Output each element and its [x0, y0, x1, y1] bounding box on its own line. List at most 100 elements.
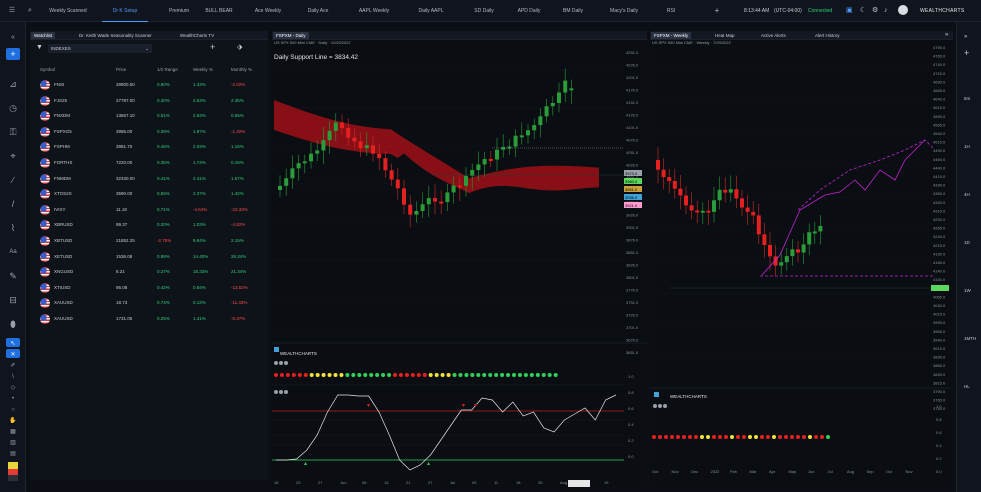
collapse-right-icon[interactable]: »: [942, 32, 951, 39]
timeframe-hl[interactable]: HL: [964, 384, 970, 389]
watchlist-row[interactable]: FNXDM 13657.10 0.51% 2.53% 0.55%: [30, 108, 268, 123]
add-icon[interactable]: +: [964, 48, 969, 58]
lock-icon[interactable]: ▤: [6, 448, 20, 460]
tab-alert-history[interactable]: Alert History: [812, 32, 843, 39]
watchlist-row[interactable]: FJS25 27787.00 0.30% 2.53% 2.35%: [30, 93, 268, 108]
bell-icon[interactable]: ♪: [884, 6, 888, 16]
chart-type-icon[interactable]: ⊿: [6, 78, 20, 90]
indicator-setting-icon[interactable]: [274, 361, 278, 365]
measure-icon[interactable]: ⊟: [6, 294, 20, 306]
cell-price: 3981.70: [116, 144, 133, 150]
tab-seasonality-scanner[interactable]: Dr. Keith Wade Seasonality Scanner: [76, 32, 155, 39]
timeframe-1w[interactable]: 1W: [964, 288, 971, 293]
watchlist-row[interactable]: IVIXY 11.18 0.71% -4.64% -23.33%: [30, 202, 268, 217]
col-monthly[interactable]: Monthly %: [231, 62, 252, 77]
trend-line-icon[interactable]: ∕: [6, 174, 20, 186]
tab-daily-ace[interactable]: Daily Ace: [294, 6, 342, 16]
watchlist-row[interactable]: XAUUSD 1731.05 0.25% 1.41% -0.37%: [30, 311, 268, 326]
cell-r: 0.90%: [157, 82, 170, 87]
chart2-svg[interactable]: 4790.0 4765.0 4740.0 4715.0 4690.0 4665.0 4640…: [650, 40, 953, 488]
tab-weekly-scanned[interactable]: Weekly Scanned: [40, 6, 96, 16]
cursor-icon[interactable]: ⌖: [6, 150, 20, 162]
indicator-setting-icon[interactable]: [284, 361, 288, 365]
watchlist-row[interactable]: XTOS2S 3590.00 0.56% 2.37% 1.42%: [30, 186, 268, 201]
tab-aapl-weekly[interactable]: AAPL Weekly: [348, 6, 400, 16]
tab-ace-weekly[interactable]: Ace Weekly: [246, 6, 290, 16]
col-range[interactable]: 1/2 Range: [157, 62, 178, 77]
settings-icon[interactable]: ⬗: [237, 43, 242, 51]
tab-watchlist[interactable]: Watchlist: [31, 32, 56, 39]
tab-daily-aapl[interactable]: Daily AAPL: [404, 6, 458, 16]
chart1-svg[interactable]: 4251.0 4226.0 4201.0 4176.0 4151.0 4126.0 4101…: [272, 40, 647, 488]
watchlist-row[interactable]: FNSI 28900.50 0.90% 1.33% -2.02%: [30, 77, 268, 92]
color-swatch-yellow[interactable]: [8, 462, 18, 469]
indicator-setting-icon[interactable]: [653, 404, 657, 408]
marker-icon[interactable]: ⬮: [6, 318, 20, 330]
gear-icon[interactable]: ⚙: [872, 6, 878, 16]
indicator-setting-icon[interactable]: [279, 390, 283, 394]
eraser-icon[interactable]: ✕: [6, 349, 20, 358]
fib-icon[interactable]: ⌇: [6, 222, 20, 234]
watchlist-row[interactable]: FSPHM 3981.70 0.46% 2.03% 1.15%: [30, 139, 268, 154]
text-icon[interactable]: Aa: [6, 246, 20, 258]
chart2-pane[interactable]: US SPX 500 Mini CME · Weekly · 7/29/2022…: [650, 40, 953, 488]
watchlist-row[interactable]: FORTHS 7220.00 0.35% 1.74% 0.16%: [30, 155, 268, 170]
timeframe-4h[interactable]: 4H: [964, 192, 970, 197]
crosshair-icon[interactable]: +: [6, 48, 20, 60]
watchlist-row[interactable]: FNMDM 32330.00 0.41% 2.41% 1.57%: [30, 171, 268, 186]
watchlist-row[interactable]: XTIUSD 95.08 0.42% 0.84% -13.52%: [30, 280, 268, 295]
select-icon[interactable]: ↖: [6, 338, 20, 347]
tab-active-alerts[interactable]: Active Alerts: [758, 32, 789, 39]
watchlist-row[interactable]: XBRUSD 99.37 0.20% 1.03% -4.82%: [30, 217, 268, 232]
signal-dot: [664, 435, 668, 439]
tab-bull-bear[interactable]: BULL BEAR: [198, 6, 240, 16]
tab-dr-k-setup[interactable]: Dr K Setup: [102, 6, 148, 22]
col-weekly[interactable]: Weekly %: [193, 62, 213, 77]
watchlist-row[interactable]: XBTUSD 21852.25 -2.75% 9.84% 2.15%: [30, 233, 268, 248]
tab-heat-map[interactable]: Heat Map: [712, 32, 738, 39]
indicator-setting-icon[interactable]: [663, 404, 667, 408]
watchlist-row[interactable]: XETUSD 1536.08 0.98% 14.40% 26.34%: [30, 249, 268, 264]
watchlist-row[interactable]: FSPXG5 3985.00 0.39% 1.87% -1.32%: [30, 124, 268, 139]
indicator-setting-icon[interactable]: [658, 404, 662, 408]
watchlist-row[interactable]: XAUUSD 18.73 0.74% 0.12% -11.43%: [30, 295, 268, 310]
timeframe-5m[interactable]: 5m: [964, 96, 970, 101]
col-price[interactable]: Price: [116, 62, 126, 77]
tab-bm-daily[interactable]: BM Daily: [553, 6, 593, 16]
tab-chart1[interactable]: FSPXM - Daily: [273, 32, 309, 39]
avatar[interactable]: [898, 5, 908, 15]
timeframe-1mth[interactable]: 1MTH: [964, 336, 976, 341]
watchlist-row[interactable]: XNGUSD 8.21 0.27% 15.33% 21.34%: [30, 264, 268, 279]
signal-dot: [541, 373, 546, 377]
tab-rsi[interactable]: RSI: [654, 6, 688, 16]
moon-icon[interactable]: ☾: [860, 6, 866, 16]
tab-macy-s-daily[interactable]: Macy's Daily: [597, 6, 651, 16]
menu-icon[interactable]: ☰: [6, 6, 18, 16]
indicator-setting-icon[interactable]: [274, 390, 278, 394]
indicator-setting-icon[interactable]: [284, 390, 288, 394]
timeframe-1d[interactable]: 1D: [964, 240, 970, 245]
tab-wealthcharts-tv[interactable]: WealthCharts TV: [177, 32, 217, 39]
indicator-icon[interactable]: ⚿: [6, 126, 20, 138]
pencil-icon[interactable]: ✎: [6, 270, 20, 282]
watchlist-select[interactable]: INDEXES ⌄: [48, 44, 152, 53]
clock-icon[interactable]: ◷: [6, 102, 20, 114]
cell-price: 27787.00: [116, 97, 135, 103]
tab-chart2-weekly[interactable]: FSPXM - Weekly: [651, 32, 692, 39]
search-icon[interactable]: ⌕: [24, 6, 36, 16]
save-icon[interactable]: ▣: [846, 6, 853, 16]
ray-icon[interactable]: /: [6, 198, 20, 210]
color-swatch-black[interactable]: [8, 475, 18, 481]
tab-premium[interactable]: Premium: [160, 6, 198, 16]
tab-sd-daily[interactable]: SD Daily: [464, 6, 504, 16]
collapse-icon[interactable]: »: [964, 34, 967, 40]
add-symbol-icon[interactable]: +: [210, 42, 215, 52]
add-tab-icon[interactable]: +: [712, 6, 722, 16]
collapse-icon[interactable]: «: [6, 32, 20, 44]
chart1-pane[interactable]: US SPX 500 Mini CME · Daily · 11/03/2022…: [272, 40, 647, 488]
timeframe-1h[interactable]: 1H: [964, 144, 970, 149]
tab-apd-daily[interactable]: APD Daily: [509, 6, 549, 16]
col-symbol[interactable]: Symbol: [40, 62, 55, 77]
filter-icon[interactable]: ▼: [36, 44, 43, 51]
indicator-setting-icon[interactable]: [279, 361, 283, 365]
